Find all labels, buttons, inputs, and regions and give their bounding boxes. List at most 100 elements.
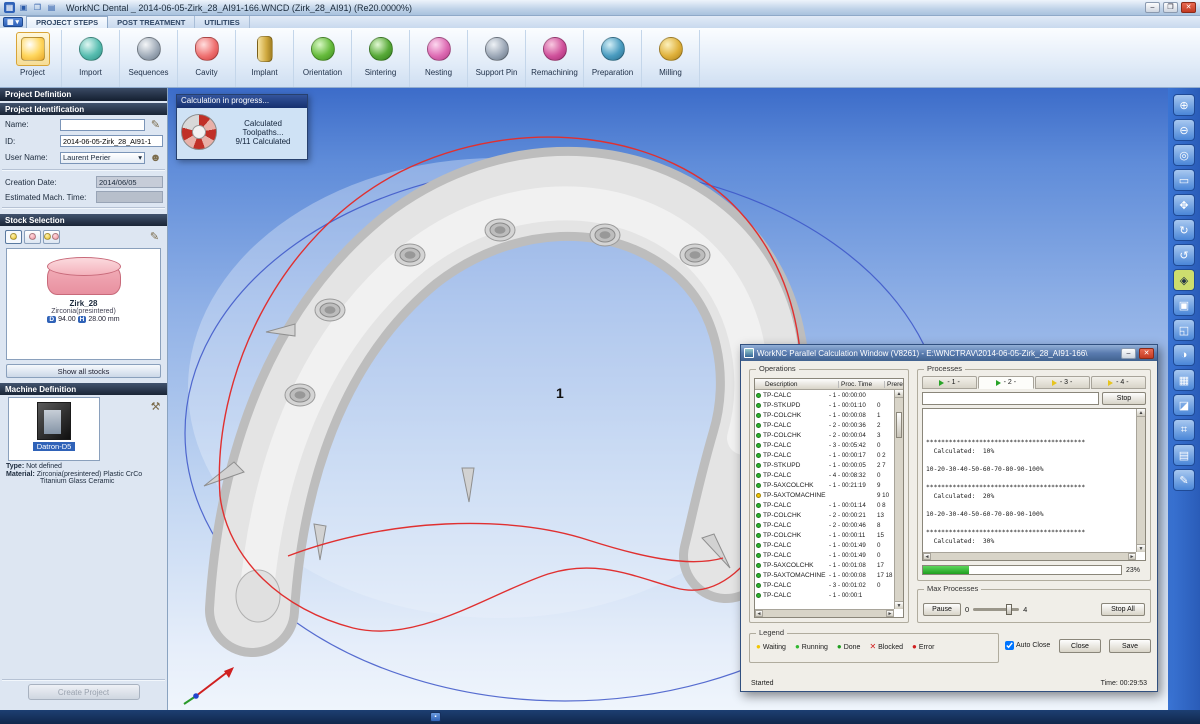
operation-row[interactable]: TP-COLCHK - 1 - 00:00:11 15 xyxy=(755,530,894,540)
app-menu-button[interactable]: ▦ ▾ xyxy=(3,17,23,27)
operation-row[interactable]: TP-CALC - 1 - 00:00:17 0 2 xyxy=(755,450,894,460)
auto-close-checkbox[interactable]: Auto Close xyxy=(1005,641,1050,650)
column-header[interactable]: Description xyxy=(755,381,839,388)
pan-icon[interactable]: ✥ xyxy=(1173,194,1195,216)
column-header[interactable]: Proc. Time xyxy=(839,381,885,388)
ribbon-implant-button[interactable]: Implant xyxy=(236,30,294,87)
auto-close-input[interactable] xyxy=(1005,641,1014,650)
id-input[interactable] xyxy=(60,135,163,147)
operation-row[interactable]: TP-CALC - 1 - 00:01:49 0 xyxy=(755,550,894,560)
zoom-out-icon[interactable]: ⊖ xyxy=(1173,119,1195,141)
operation-row[interactable]: TP-STKUPD - 1 - 00:01:10 0 xyxy=(755,400,894,410)
top-view-icon[interactable]: ▣ xyxy=(1173,294,1195,316)
operation-row[interactable]: TP-CALC - 1 - 00:00:1 xyxy=(755,590,894,600)
save-button[interactable]: Save xyxy=(1109,639,1151,653)
tab-post-treatment[interactable]: POST TREATMENT xyxy=(108,16,195,28)
slider-thumb[interactable] xyxy=(1006,604,1012,615)
ribbon-support-pin-button[interactable]: Support Pin xyxy=(468,30,526,87)
operation-row[interactable]: TP-STKUPD - 1 - 00:00:05 2 7 xyxy=(755,460,894,470)
calc-close-button[interactable]: ✕ xyxy=(1139,348,1154,359)
operation-row[interactable]: TP-5AXTOMACHINE 9 10 xyxy=(755,490,894,500)
operation-row[interactable]: TP-COLCHK - 1 - 00:00:08 1 xyxy=(755,410,894,420)
console-scrollbar[interactable]: ▲▼ xyxy=(1136,409,1145,552)
ribbon-orientation-button[interactable]: Orientation xyxy=(294,30,352,87)
zoom-fit-icon[interactable]: ◎ xyxy=(1173,144,1195,166)
calc-window-titlebar[interactable]: WorkNC Parallel Calculation Window (V826… xyxy=(741,345,1157,361)
operation-row[interactable]: TP-5AXTOMACHINE - 1 - 00:00:08 17 18 xyxy=(755,570,894,580)
field-label: ID: xyxy=(5,137,57,146)
process-tab-4[interactable]: - 4 - xyxy=(1091,376,1146,389)
measure-icon[interactable]: ⌗ xyxy=(1173,419,1195,441)
console-hscrollbar[interactable]: ◄► xyxy=(923,552,1136,560)
ribbon-sintering-button[interactable]: Sintering xyxy=(352,30,410,87)
operation-row[interactable]: TP-CALC - 3 - 00:01:02 0 xyxy=(755,580,894,590)
stop-all-button[interactable]: Stop All xyxy=(1101,603,1145,616)
annotate-icon[interactable]: ✎ xyxy=(1173,469,1195,491)
operation-row[interactable]: TP-CALC - 2 - 00:00:36 2 xyxy=(755,420,894,430)
operation-row[interactable]: TP-5AXCOLCHK - 1 - 00:21:19 9 xyxy=(755,480,894,490)
ribbon-remachining-button[interactable]: Remachining xyxy=(526,30,584,87)
process-tab-2[interactable]: - 2 - xyxy=(978,376,1033,389)
front-view-icon[interactable]: ◱ xyxy=(1173,319,1195,341)
operation-row[interactable]: TP-COLCHK - 2 - 00:00:21 13 xyxy=(755,510,894,520)
stop-button[interactable]: Stop xyxy=(1102,392,1146,405)
wireframe-view-icon[interactable]: ▦ xyxy=(1173,369,1195,391)
stock-preview[interactable]: Zirk_28 Zirconia(presintered) D 94.00 H … xyxy=(6,248,161,360)
section-view-icon[interactable]: ◪ xyxy=(1173,394,1195,416)
zoom-window-icon[interactable]: ▭ xyxy=(1173,169,1195,191)
ribbon-nesting-button[interactable]: Nesting xyxy=(410,30,468,87)
user-icon[interactable]: ☻ xyxy=(148,150,163,165)
calc-minimize-button[interactable]: – xyxy=(1121,348,1136,359)
machine-edit-icon[interactable]: ⚒ xyxy=(148,399,163,414)
ribbon-milling-button[interactable]: Milling xyxy=(642,30,700,87)
stock-type-3-button[interactable] xyxy=(43,230,60,244)
tab-project-steps[interactable]: PROJECT STEPS xyxy=(26,16,108,28)
stock-type-2-button[interactable] xyxy=(24,230,41,244)
rotate-view-icon[interactable]: ↻ xyxy=(1173,219,1195,241)
show-all-stocks-button[interactable]: Show all stocks xyxy=(6,364,161,378)
max-processes-slider[interactable] xyxy=(973,603,1019,615)
zoom-in-icon[interactable]: ⊕ xyxy=(1173,94,1195,116)
iso-view-icon[interactable]: ◈ xyxy=(1173,269,1195,291)
close-dialog-button[interactable]: Close xyxy=(1059,639,1101,653)
ribbon-cavity-button[interactable]: Cavity xyxy=(178,30,236,87)
operation-row[interactable]: TP-5AXCOLCHK - 1 - 00:01:08 17 xyxy=(755,560,894,570)
close-button[interactable]: ✕ xyxy=(1181,2,1196,13)
minimize-button[interactable]: – xyxy=(1145,2,1160,13)
process-tab-3[interactable]: - 3 - xyxy=(1035,376,1090,389)
operation-row[interactable]: TP-COLCHK - 2 - 00:00:04 3 xyxy=(755,430,894,440)
edit-id-icon[interactable]: ✎ xyxy=(148,117,163,132)
name-input[interactable] xyxy=(60,119,145,131)
save-icon[interactable]: ▣ xyxy=(18,2,29,13)
maximize-button[interactable]: ❐ xyxy=(1163,2,1178,13)
operation-row[interactable]: TP-CALC - 1 - 00:00:00 xyxy=(755,390,894,400)
previous-view-icon[interactable]: ↺ xyxy=(1173,244,1195,266)
operation-row[interactable]: TP-CALC - 2 - 00:00:46 8 xyxy=(755,520,894,530)
process-command-input[interactable] xyxy=(922,392,1099,405)
app-icon[interactable]: ▦ xyxy=(4,2,15,13)
operations-hscrollbar[interactable]: ◄► xyxy=(755,609,894,617)
operation-row[interactable]: TP-CALC - 4 - 00:08:32 0 xyxy=(755,470,894,480)
stock-edit-icon[interactable]: ✎ xyxy=(147,229,162,244)
grid-icon[interactable]: ▤ xyxy=(1173,444,1195,466)
pause-button[interactable]: Pause xyxy=(923,603,961,616)
ribbon-sequences-button[interactable]: Sequences xyxy=(120,30,178,87)
ribbon-preparation-button[interactable]: Preparation xyxy=(584,30,642,87)
ribbon-project-button[interactable]: Project xyxy=(4,30,62,87)
operations-scrollbar[interactable]: ▲▼ xyxy=(894,390,903,609)
shaded-view-icon[interactable]: ◑ xyxy=(1173,344,1195,366)
tab-utilities[interactable]: UTILITIES xyxy=(195,16,249,28)
stock-type-1-button[interactable] xyxy=(5,230,22,244)
quick-access-icon-2[interactable]: ▤ xyxy=(46,2,57,13)
machine-preview[interactable]: Datron-D5 xyxy=(8,397,100,461)
create-project-button[interactable]: Create Project xyxy=(28,684,140,700)
process-tab-1[interactable]: - 1 - xyxy=(922,376,977,389)
ribbon-import-button[interactable]: Import xyxy=(62,30,120,87)
taskbar-app-icon[interactable]: ▪ xyxy=(430,712,441,722)
operation-row[interactable]: TP-CALC - 3 - 00:05:42 0 xyxy=(755,440,894,450)
operation-row[interactable]: TP-CALC - 1 - 00:01:49 0 xyxy=(755,540,894,550)
operation-row[interactable]: TP-CALC - 1 - 00:01:14 0 8 xyxy=(755,500,894,510)
user-name-select[interactable]: Laurent Perier▾ xyxy=(60,152,145,164)
column-header[interactable]: Prerec xyxy=(885,381,903,388)
quick-access-icon[interactable]: ❐ xyxy=(32,2,43,13)
